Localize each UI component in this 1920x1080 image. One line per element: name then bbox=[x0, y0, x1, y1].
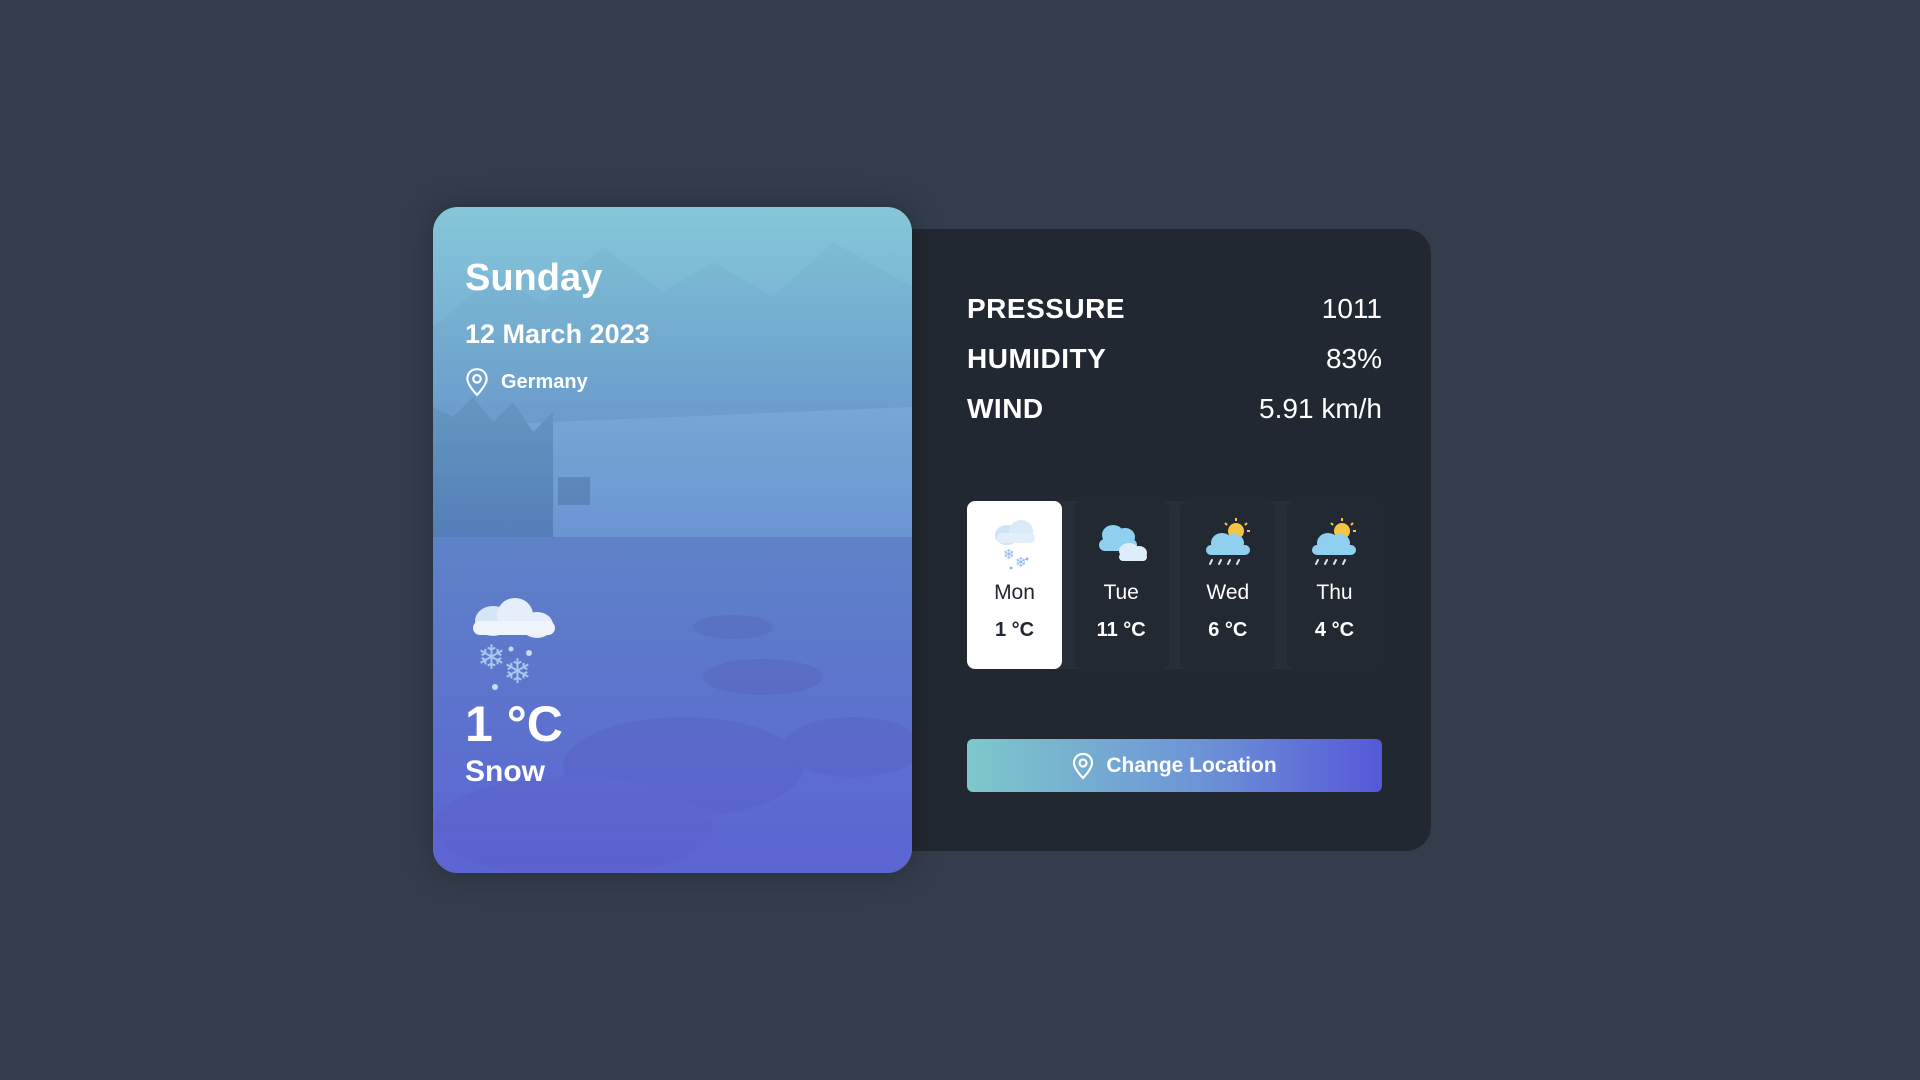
forecast-day-thu[interactable]: Thu 4 °C bbox=[1286, 501, 1382, 669]
hero-content: Sunday 12 March 2023 Germany ❄ ❄ 1 °C Sn… bbox=[433, 207, 912, 873]
stat-row-pressure: PRESSURE 1011 bbox=[967, 284, 1382, 334]
stat-value: 83% bbox=[1325, 343, 1382, 374]
weather-details-panel: PRESSURE 1011 HUMIDITY 83% WIND 5.91 km/… bbox=[880, 229, 1431, 851]
stat-value: 5.91 km/h bbox=[1259, 393, 1382, 424]
forecast-day-name: Thu bbox=[1316, 581, 1353, 604]
cloudy-icon bbox=[1099, 525, 1148, 561]
change-location-button[interactable]: Change Location bbox=[967, 739, 1382, 792]
stat-row-humidity: HUMIDITY 83% bbox=[967, 334, 1382, 384]
location-name: Germany bbox=[501, 370, 588, 393]
stat-label: PRESSURE bbox=[967, 293, 1126, 324]
stat-row-wind: WIND 5.91 km/h bbox=[967, 384, 1382, 434]
map-pin-icon bbox=[1073, 752, 1094, 780]
forecast-day-temp: 1 °C bbox=[994, 619, 1035, 641]
sun-rain-icon bbox=[1312, 518, 1357, 565]
current-weather-card: Sunday 12 March 2023 Germany ❄ ❄ 1 °C Sn… bbox=[433, 207, 912, 873]
forecast-day-name: Tue bbox=[1103, 581, 1139, 604]
current-temperature: 1 °C bbox=[465, 696, 563, 752]
svg-text:❄: ❄ bbox=[1015, 555, 1027, 571]
stat-label: HUMIDITY bbox=[967, 343, 1107, 374]
forecast-day-tue[interactable]: Tue 11 °C bbox=[1073, 501, 1169, 669]
sun-rain-icon bbox=[1205, 518, 1250, 565]
snow-cloud-icon: ❄ ❄ bbox=[994, 520, 1035, 571]
svg-text:❄: ❄ bbox=[503, 652, 532, 692]
forecast-day-temp: 4 °C bbox=[1314, 619, 1355, 641]
current-location: Germany bbox=[465, 367, 588, 397]
svg-text:❄: ❄ bbox=[1003, 547, 1015, 563]
current-day: Sunday bbox=[465, 257, 603, 299]
forecast-day-temp: 6 °C bbox=[1208, 619, 1248, 641]
snow-cloud-icon: ❄ ❄ bbox=[473, 598, 555, 692]
forecast-day-name: Wed bbox=[1206, 581, 1250, 604]
forecast-day-temp: 11 °C bbox=[1096, 619, 1146, 641]
stats-list: PRESSURE 1011 HUMIDITY 83% WIND 5.91 km/… bbox=[967, 284, 1382, 434]
stat-value: 1011 bbox=[1321, 293, 1382, 324]
forecast-day-name: Mon bbox=[994, 581, 1035, 604]
change-location-label: Change Location bbox=[1106, 753, 1277, 777]
forecast-day-wed[interactable]: Wed 6 °C bbox=[1180, 501, 1276, 669]
forecast-day-mon[interactable]: ❄ ❄ Mon 1 °C bbox=[967, 501, 1062, 669]
svg-text:❄: ❄ bbox=[477, 638, 506, 678]
map-pin-icon bbox=[466, 368, 488, 397]
current-date: 12 March 2023 bbox=[465, 319, 650, 349]
current-condition: Snow bbox=[465, 755, 545, 788]
forecast-list: ❄ ❄ Mon 1 °C Tue 11 °C Wed 6 °C Thu 4 °C bbox=[967, 501, 1382, 669]
stat-label: WIND bbox=[967, 393, 1044, 424]
